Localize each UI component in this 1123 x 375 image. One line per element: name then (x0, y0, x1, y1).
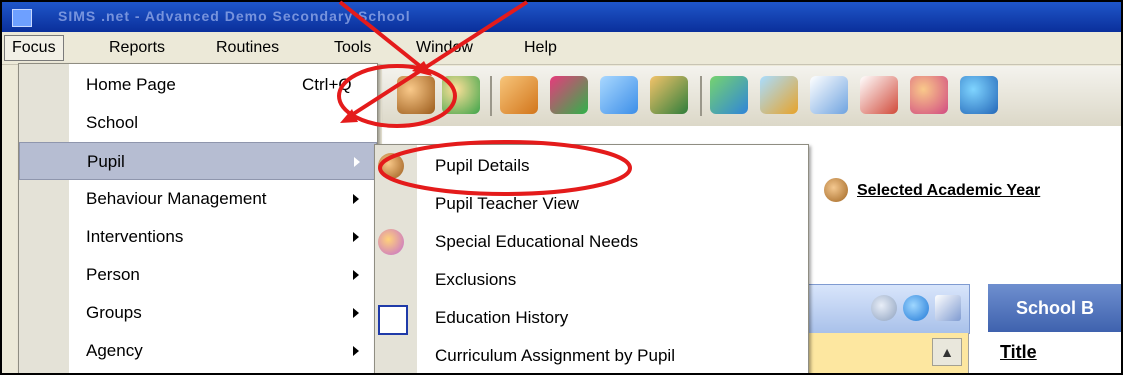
menu-item-label: Curriculum Assignment by Pupil (435, 346, 675, 365)
menu-item-pupil-details[interactable]: Pupil Details (375, 147, 808, 185)
menu-item-label: Home Page (86, 75, 176, 94)
chevron-down-icon[interactable] (903, 295, 929, 321)
menu-item-shortcut: Ctrl+Q (302, 75, 352, 94)
menu-focus[interactable]: Focus (4, 35, 64, 61)
book-icon[interactable] (500, 76, 538, 114)
person-toolbar-icon[interactable] (442, 76, 480, 114)
focus-menu: Home Page Ctrl+Q School Pupil Behaviour … (18, 63, 378, 373)
title-bar: SIMS .net - Advanced Demo Secondary Scho… (2, 2, 1121, 32)
menu-item-label: Special Educational Needs (435, 232, 639, 251)
menu-item-person[interactable]: Person (19, 256, 377, 294)
submenu-arrow-icon (353, 232, 359, 242)
menu-item-label: Person (86, 265, 140, 284)
scroll-up-button[interactable]: ▲ (932, 338, 962, 366)
menu-item-label: Exclusions (435, 270, 517, 289)
submenu-arrow-icon (353, 194, 359, 204)
menu-item-special-educational-needs[interactable]: Special Educational Needs (375, 223, 808, 261)
toolbar (382, 66, 1121, 127)
menu-item-label: Behaviour Management (86, 189, 267, 208)
menu-item-curriculum-assignment-by-pupil[interactable]: Curriculum Assignment by Pupil (375, 337, 808, 373)
flag-icon[interactable] (550, 76, 588, 114)
menu-bar: Focus Reports Routines Tools Window Help (2, 32, 1121, 65)
menu-item-interventions[interactable]: Interventions (19, 218, 377, 256)
menu-item-behaviour-management[interactable]: Behaviour Management (19, 180, 377, 218)
pupil-submenu: Pupil Details Pupil Teacher View Special… (374, 144, 809, 373)
window-title: SIMS .net - Advanced Demo Secondary Scho… (58, 8, 411, 24)
app-window: SIMS .net - Advanced Demo Secondary Scho… (0, 0, 1123, 375)
school-bulletin-header: School B (988, 284, 1121, 332)
special-needs-icon (378, 229, 404, 255)
settings-report-icon[interactable] (760, 76, 798, 114)
menu-item-education-history[interactable]: Education History (375, 299, 808, 337)
pupil-details-toolbar-icon[interactable] (397, 76, 435, 114)
menu-item-label: Pupil Details (435, 156, 530, 175)
menu-reports[interactable]: Reports (102, 36, 172, 60)
menu-item-label: Groups (86, 303, 142, 322)
panel-header (800, 284, 970, 334)
title-column-header[interactable]: Title (1000, 342, 1037, 363)
submenu-arrow-icon (353, 308, 359, 318)
menu-item-label: Agency (86, 341, 143, 360)
toolbar-separator (490, 76, 492, 116)
menu-item-label: Interventions (86, 227, 184, 246)
menu-tools[interactable]: Tools (327, 36, 378, 60)
menu-item-pupil[interactable]: Pupil (19, 142, 377, 180)
menu-item-agency[interactable]: Agency (19, 332, 377, 370)
link-icon[interactable] (935, 295, 961, 321)
menu-window[interactable]: Window (409, 36, 480, 60)
refresh-icon[interactable] (871, 295, 897, 321)
submenu-arrow-icon (353, 346, 359, 356)
staff-icon[interactable] (910, 76, 948, 114)
menu-item-pupil-teacher-view[interactable]: Pupil Teacher View (375, 185, 808, 223)
menu-routines[interactable]: Routines (209, 36, 286, 60)
report-icon[interactable] (710, 76, 748, 114)
menu-item-groups[interactable]: Groups (19, 294, 377, 332)
menu-help[interactable]: Help (517, 36, 564, 60)
pupil-details-icon (378, 153, 404, 179)
document-icon[interactable] (810, 76, 848, 114)
education-history-icon (378, 305, 408, 335)
edit-document-icon[interactable] (860, 76, 898, 114)
submenu-arrow-icon (354, 157, 360, 167)
selected-academic-year-link[interactable]: Selected Academic Year (857, 182, 1040, 200)
door-icon[interactable] (650, 76, 688, 114)
home-people-icon[interactable] (960, 76, 998, 114)
menu-item-label: Pupil Teacher View (435, 194, 579, 213)
messaging-icon[interactable] (600, 76, 638, 114)
menu-item-label: School (86, 113, 138, 132)
toolbar-separator (700, 76, 702, 116)
menu-item-school[interactable]: School (19, 104, 377, 142)
academic-year-icon (824, 178, 848, 202)
menu-item-exclusions[interactable]: Exclusions (375, 261, 808, 299)
menu-item-label: Education History (435, 308, 569, 327)
menu-item-label: Pupil (87, 152, 125, 171)
menu-item-home-page[interactable]: Home Page Ctrl+Q (19, 66, 377, 104)
app-icon (12, 9, 32, 27)
submenu-arrow-icon (353, 270, 359, 280)
